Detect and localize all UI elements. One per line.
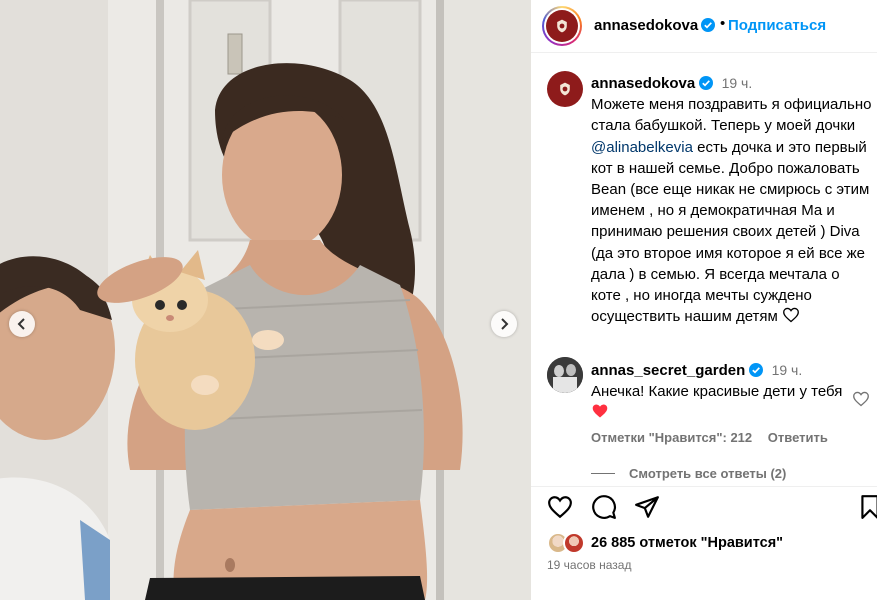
next-photo-button[interactable] [491,311,517,337]
commenter-photo [547,357,583,393]
caption-username[interactable]: annasedokova [591,75,695,92]
caption-text-part1: Можете меня поздравить я официально стал… [591,96,872,135]
post-caption: annasedokova 19 ч. Можете меня поздравит… [591,73,873,327]
white-heart-icon [783,308,799,323]
commenter-avatar[interactable] [547,357,583,393]
heart-icon[interactable] [547,494,573,520]
share-icon[interactable] [634,494,660,520]
post-photo[interactable] [0,0,531,600]
comment-icon[interactable] [591,494,617,520]
action-bar [531,494,877,524]
verified-icon [749,363,764,377]
mention-link[interactable]: @alinabelkevia [591,139,693,156]
comment-time[interactable]: 19 ч. [772,362,803,378]
liker-avatar [563,532,585,554]
bookmark-icon[interactable] [857,494,877,520]
chevron-right-icon [501,318,509,330]
reply-button[interactable]: Ответить [768,430,828,445]
author-avatar[interactable] [542,6,582,46]
likes-summary[interactable]: 26 885 отметок "Нравится" [547,530,783,556]
previous-photo-button[interactable] [9,311,35,337]
view-replies-button[interactable]: Смотреть все ответы (2) [591,466,786,481]
likes-count[interactable]: 26 885 отметок "Нравится" [591,535,783,551]
separator-dot: • [720,15,726,32]
caption-text-part2: есть дочка и это первый кот в нашей семь… [591,138,870,326]
red-heart-icon [592,404,608,418]
replies-line [591,473,615,474]
caption-avatar[interactable] [547,71,583,107]
view-replies-label: Смотреть все ответы (2) [629,466,787,481]
verified-icon [699,76,714,90]
post-details-panel: annasedokova • Подписаться annasedokova … [531,0,877,600]
commenter-username[interactable]: annas_secret_garden [591,362,745,379]
comment-like-heart-icon[interactable] [852,391,870,407]
follow-button[interactable]: Подписаться [728,17,826,34]
comment-likes-count[interactable]: Отметки "Нравится": 212 [591,430,752,445]
header-divider [531,52,877,53]
verified-icon [701,18,715,32]
actions-divider [531,486,877,487]
comment-body: annas_secret_garden 19 ч. Анечка! Какие … [591,360,853,423]
chevron-left-icon [17,318,25,330]
post-timestamp[interactable]: 19 часов назад [547,558,631,572]
comment-meta: Отметки "Нравится": 212 Ответить [591,430,840,445]
caption-time[interactable]: 19 ч. [722,75,753,91]
author-username[interactable]: annasedokova [594,17,698,34]
avatar-emblem-icon [557,19,567,33]
comment-text: Анечка! Какие красивые дети у тебя [591,383,843,400]
photo-scene [0,0,531,600]
avatar-emblem-icon [560,82,570,96]
